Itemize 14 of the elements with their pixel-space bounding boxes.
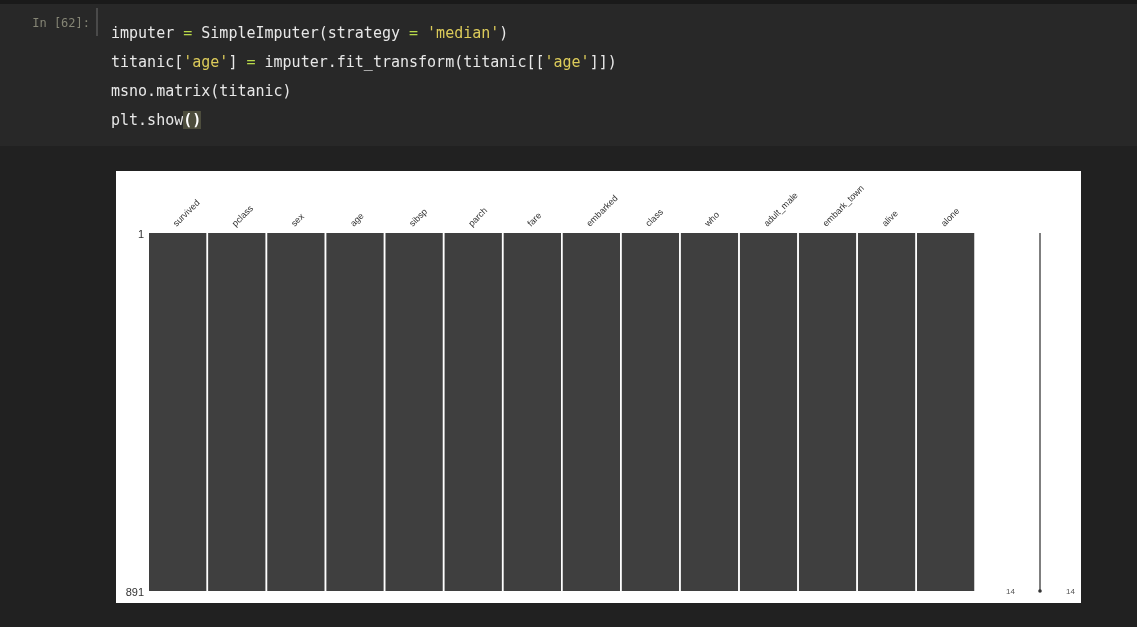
column-label: sex xyxy=(289,211,306,229)
row-label: 891 xyxy=(125,586,144,598)
row-label: 1 xyxy=(137,228,144,240)
sparkline-label: 14 xyxy=(1006,587,1015,596)
code-line: plt.show() xyxy=(111,110,202,131)
column-label: age xyxy=(348,210,366,229)
code-line: msno.matrix(titanic) xyxy=(111,81,292,102)
column-label: who xyxy=(702,209,722,229)
column-label: alive xyxy=(879,208,900,229)
code-line: imputer = SimpleImputer(strategy = 'median') xyxy=(111,23,509,44)
cell-prompt: In [62]: xyxy=(32,15,90,32)
code-line: titanic['age'] = imputer.fit_transform(titanic[['age']]) xyxy=(111,52,617,73)
column-label: fare xyxy=(525,210,544,229)
sparkline-label: 14 xyxy=(1066,587,1075,596)
